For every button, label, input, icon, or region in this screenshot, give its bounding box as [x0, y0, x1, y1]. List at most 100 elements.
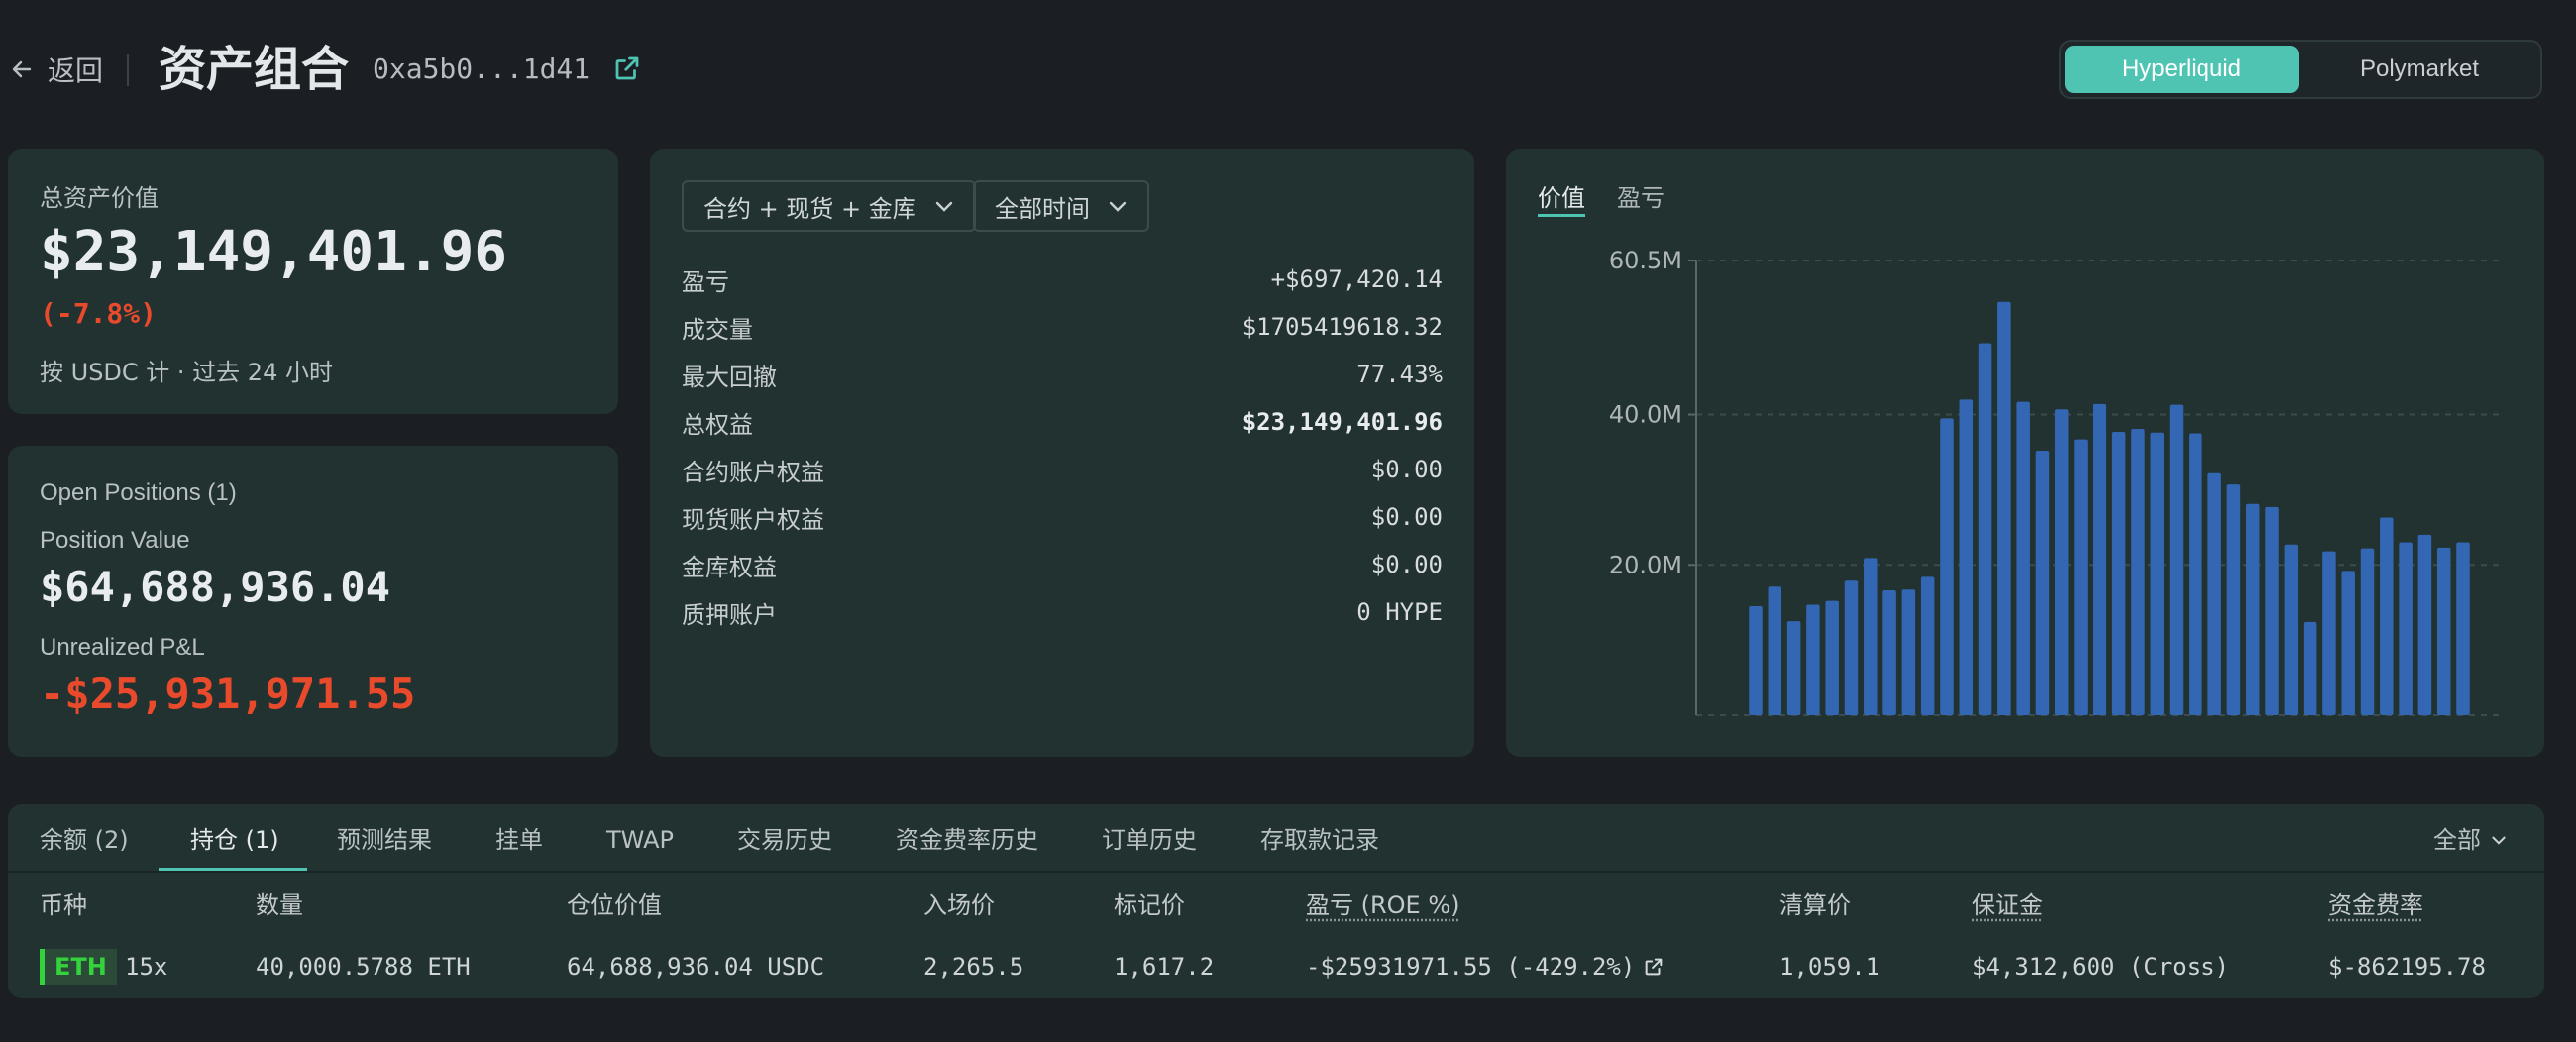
- tab-divider: [8, 871, 2544, 873]
- chart-bar: [1825, 600, 1839, 715]
- tab-open-orders[interactable]: 挂单: [495, 822, 543, 858]
- chart-bar: [1844, 580, 1859, 715]
- stat-label: 金库权益: [682, 553, 777, 581]
- stat-value: $0.00: [1370, 456, 1443, 483]
- position-value: $64,688,936.04: [40, 563, 391, 611]
- page-title: 资产组合: [159, 42, 350, 97]
- header-divider: [127, 54, 129, 86]
- coin-badge[interactable]: ETH: [45, 949, 117, 985]
- col-margin: 保证金: [1972, 891, 2043, 919]
- liq-price: 1,059.1: [1779, 953, 1880, 981]
- stat-value: $0.00: [1370, 551, 1443, 578]
- stat-row-vault-equity: 金库权益 $0.00: [682, 545, 1443, 584]
- unrealized-pnl: -$25,931,971.55: [40, 670, 416, 718]
- chart-bar: [2035, 450, 2050, 715]
- chart-bar: [2265, 506, 2279, 715]
- mark-price: 1,617.2: [1114, 953, 1215, 981]
- share-icon[interactable]: [1643, 956, 1664, 978]
- stat-label: 盈亏: [682, 267, 729, 296]
- stat-value: 0 HYPE: [1356, 598, 1443, 626]
- stat-label: 合约账户权益: [682, 458, 824, 486]
- platform-switch: Hyperliquid Polymarket: [2059, 40, 2542, 99]
- col-pnl-roe: 盈亏 (ROE %): [1306, 891, 1460, 919]
- external-link-icon[interactable]: [612, 53, 642, 83]
- stat-value: 77.43%: [1356, 361, 1443, 388]
- scope-dropdown-label: 合约 + 现货 + 金库: [703, 194, 916, 223]
- tab-positions[interactable]: 持仓 (1): [190, 822, 279, 858]
- chart-bar: [2189, 433, 2202, 715]
- chart-bar: [1959, 399, 1974, 715]
- total-value-note: 按 USDC 计 · 过去 24 小时: [40, 359, 333, 386]
- stat-label: 总权益: [682, 410, 753, 439]
- position-value-label: Position Value: [40, 527, 190, 554]
- platform-polymarket[interactable]: Polymarket: [2303, 46, 2536, 93]
- chart-bar: [2207, 472, 2221, 715]
- chart-bar: [1978, 343, 1992, 715]
- col-mark-price: 标记价: [1114, 891, 1185, 919]
- back-button[interactable]: 返回: [10, 50, 103, 89]
- stats-card: 合约 + 现货 + 金库 全部时间 盈亏 +$697,420.14 成交量 $170…: [650, 149, 1474, 757]
- positions-panel: 余额 (2) 持仓 (1) 预测结果 挂单 TWAP 交易历史 资金费率历史 订…: [8, 804, 2544, 998]
- total-value-card: 总资产价值 $23,149,401.96 (-7.8%) 按 USDC 计 · …: [8, 149, 618, 414]
- unrealized-pnl-label: Unrealized P&L: [40, 634, 205, 661]
- tab-funding-history[interactable]: 资金费率历史: [896, 822, 1038, 858]
- tab-deposits-withdrawals[interactable]: 存取款记录: [1260, 822, 1379, 858]
- chart-bar: [1768, 586, 1782, 715]
- time-dropdown-label: 全部时间: [995, 194, 1090, 223]
- chart-bar: [2093, 403, 2107, 715]
- chart-bar: [1940, 418, 1954, 715]
- stat-label: 质押账户: [682, 600, 777, 629]
- chart-bar: [2226, 484, 2241, 715]
- back-label: 返回: [48, 54, 104, 87]
- arrow-left-icon: [12, 60, 32, 78]
- chart-bar: [2303, 621, 2317, 715]
- stat-label: 最大回撤: [682, 363, 777, 391]
- tab-trade-history[interactable]: 交易历史: [737, 822, 832, 858]
- y-tick-label: 20.0M: [1609, 551, 1682, 578]
- stat-row-perp-equity: 合约账户权益 $0.00: [682, 450, 1443, 489]
- chart-bar: [1920, 576, 1935, 715]
- chart-bar: [1997, 301, 2011, 715]
- entry-price: 2,265.5: [923, 953, 1024, 981]
- col-coin: 币种: [40, 891, 87, 919]
- tab-order-history[interactable]: 订单历史: [1102, 822, 1197, 858]
- y-tick-label: 40.0M: [1609, 401, 1682, 429]
- chart-bar: [1901, 589, 1916, 715]
- position-value-cell: 64,688,936.04 USDC: [567, 953, 825, 981]
- tab-twap[interactable]: TWAP: [606, 822, 674, 858]
- stat-row-pnl: 盈亏 +$697,420.14: [682, 260, 1443, 299]
- chart-bar: [2131, 428, 2145, 715]
- stat-row-equity: 总权益 $23,149,401.96: [682, 402, 1443, 442]
- chart-bar: [2360, 548, 2375, 715]
- tab-predictions[interactable]: 预测结果: [337, 822, 432, 858]
- position-size: 40,000.5788 ETH: [256, 953, 471, 981]
- platform-hyperliquid[interactable]: Hyperliquid: [2065, 46, 2299, 93]
- chart-bar: [2055, 409, 2069, 715]
- col-liq-price: 清算价: [1779, 891, 1851, 919]
- col-entry-price: 入场价: [923, 891, 995, 919]
- pnl-cell[interactable]: -$25931971.55 (-429.2%): [1306, 949, 1664, 985]
- chart-bar: [1882, 590, 1896, 715]
- stat-row-drawdown: 最大回撤 77.43%: [682, 355, 1443, 394]
- chart-bar: [2322, 551, 2336, 715]
- filter-dropdown[interactable]: 全部: [2433, 822, 2507, 858]
- chart-bar: [2111, 431, 2126, 715]
- stat-value: $1705419618.32: [1241, 313, 1443, 341]
- total-value-change: (-7.8%): [40, 297, 158, 330]
- scope-dropdown[interactable]: 合约 + 现货 + 金库: [682, 180, 976, 232]
- chart-bar: [2074, 439, 2088, 715]
- stat-value: $0.00: [1370, 503, 1443, 531]
- time-dropdown[interactable]: 全部时间: [973, 180, 1149, 232]
- chart-bar: [2380, 517, 2394, 715]
- chart-bar: [2150, 432, 2164, 715]
- value-bar-chart: 60.5M 40.0M 20.0M: [1609, 247, 2499, 716]
- chart-bar: [2341, 571, 2355, 715]
- open-positions-title: Open Positions (1): [40, 479, 237, 506]
- chart-bar: [1749, 605, 1763, 715]
- chevron-down-icon: [1109, 201, 1127, 212]
- tab-balances[interactable]: 余额 (2): [40, 822, 129, 858]
- tab-active-underline: [159, 868, 307, 871]
- stat-value: $23,149,401.96: [1241, 408, 1443, 436]
- open-positions-card: Open Positions (1) Position Value $64,68…: [8, 446, 618, 757]
- chart-bar: [2399, 542, 2413, 715]
